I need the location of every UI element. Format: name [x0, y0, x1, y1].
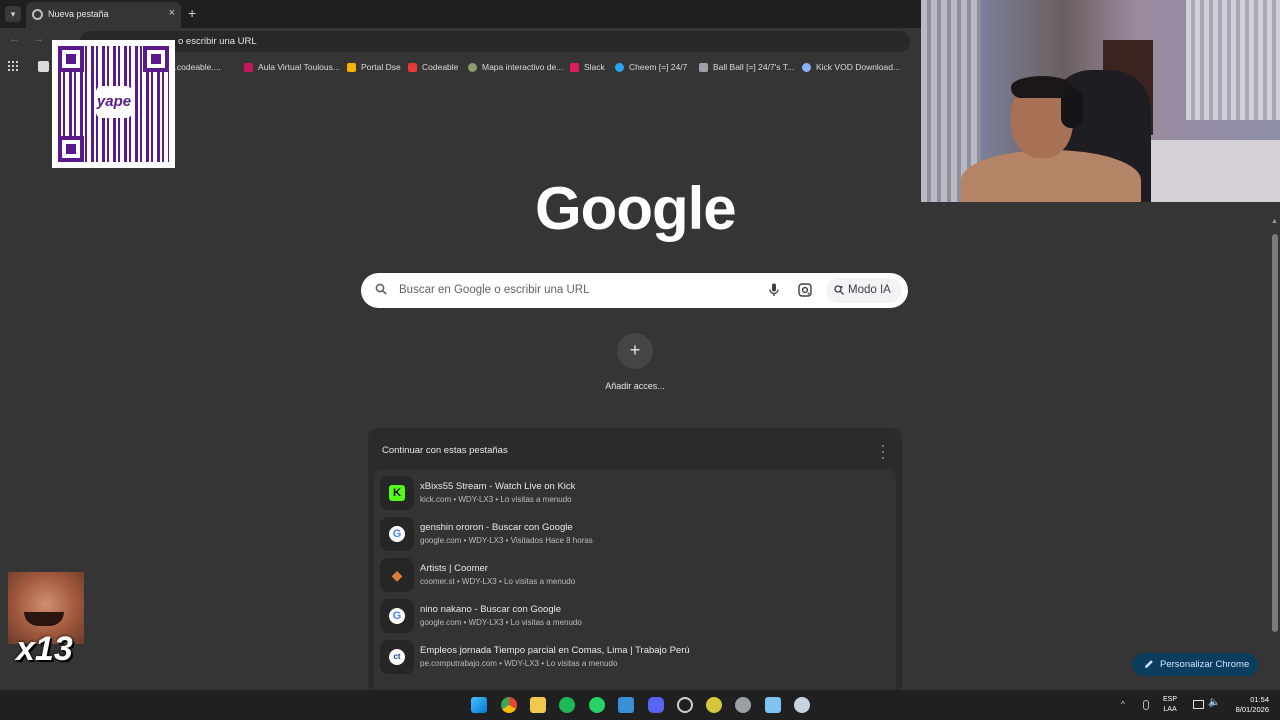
- qr-finder: [143, 46, 169, 72]
- bookmark-favicon-icon: [244, 62, 253, 72]
- item-title: genshin ororon - Buscar con Google: [420, 522, 573, 533]
- steam-icon[interactable]: [794, 697, 810, 713]
- google-icon: G: [380, 517, 414, 551]
- qr-pattern: yape: [58, 46, 169, 162]
- address-bar-placeholder: o escribir una URL: [178, 36, 257, 47]
- add-shortcut-label: Añadir acces...: [605, 381, 665, 391]
- bookmark-item[interactable]: Slack: [570, 60, 605, 74]
- new-tab-button[interactable]: +: [188, 5, 196, 21]
- list-item[interactable]: ct Empleos jornada Tiempo parcial en Com…: [378, 638, 892, 676]
- discord-icon[interactable]: [648, 697, 664, 713]
- microphone-tray-icon[interactable]: [1143, 700, 1149, 710]
- tab-search-chevron-icon[interactable]: ▾: [5, 6, 21, 22]
- obs-icon[interactable]: [677, 697, 693, 713]
- bookmark-favicon-icon: [802, 62, 811, 72]
- list-item[interactable]: ◆ Artists | Coomer coomer.st • WDY-LX3 •…: [378, 556, 892, 594]
- volume-icon[interactable]: 🔈: [1208, 697, 1220, 708]
- ai-mode-label: Modo IA: [848, 284, 891, 296]
- tray-overflow-chevron-icon[interactable]: ^: [1121, 700, 1125, 709]
- computrabajo-icon: ct: [380, 640, 414, 674]
- more-options-icon[interactable]: · · ·: [880, 439, 886, 463]
- address-bar[interactable]: o escribir una URL: [80, 31, 910, 52]
- scroll-up-icon[interactable]: ▲: [1271, 218, 1278, 225]
- bookmark-favicon-icon: [699, 62, 708, 72]
- webcam-overlay: [921, 0, 1280, 202]
- file-explorer-icon[interactable]: [530, 697, 546, 713]
- google-icon: G: [380, 599, 414, 633]
- continue-tabs-title: Continuar con estas pestañas: [382, 445, 508, 456]
- item-title: xBixs55 Stream - Watch Live on Kick: [420, 481, 576, 492]
- continue-tabs-card: Continuar con estas pestañas · · · K xBixs…: [368, 428, 902, 690]
- bookmark-favicon-icon: [615, 62, 624, 72]
- continue-tabs-list: K xBixs55 Stream - Watch Live on Kick ki…: [374, 470, 896, 690]
- item-meta: pe.computrabajo.com • WDY-LX3 • Lo visit…: [420, 659, 618, 668]
- slack-icon: [570, 62, 579, 72]
- tab-new-tab[interactable]: Nueva pestaña ×: [26, 2, 181, 28]
- item-title: Artists | Coomer: [420, 563, 488, 574]
- bookmark-item[interactable]: Ball Ball [=] 24/7's T...: [699, 60, 794, 74]
- ai-mode-button[interactable]: Modo IA: [826, 278, 902, 303]
- bookmark-favicon-icon: [347, 62, 356, 72]
- bookmark-search-icon[interactable]: [38, 61, 49, 72]
- close-tab-icon[interactable]: ×: [169, 7, 175, 19]
- item-meta: coomer.st • WDY-LX3 • Lo visitas a menud…: [420, 577, 576, 586]
- search-icon: [375, 283, 387, 295]
- windows-taskbar: ^ ESP LAA 🔈 01:54 8/01/2026: [0, 690, 1280, 720]
- chrome-icon[interactable]: [501, 697, 517, 713]
- list-item[interactable]: G genshin ororon - Buscar con Google goo…: [378, 515, 892, 553]
- bookmark-favicon-icon: [408, 62, 417, 72]
- google-lens-icon[interactable]: [798, 283, 812, 297]
- input-language-indicator[interactable]: ESP LAA: [1163, 695, 1177, 715]
- coomer-icon: ◆: [380, 558, 414, 592]
- photos-icon[interactable]: [618, 697, 634, 713]
- page-scrollbar[interactable]: ▲: [1270, 216, 1280, 690]
- whatsapp-icon[interactable]: [589, 697, 605, 713]
- pencil-icon: [1145, 660, 1153, 668]
- item-meta: kick.com • WDY-LX3 • Lo visitas a menudo: [420, 495, 572, 504]
- item-title: nino nakano - Buscar con Google: [420, 604, 562, 615]
- headphones-icon: [1061, 88, 1083, 128]
- add-shortcut-button[interactable]: +: [617, 333, 653, 369]
- qr-finder: [58, 46, 84, 72]
- google-logo: Google: [535, 175, 737, 242]
- bookmark-item[interactable]: Kick VOD Download...: [802, 60, 900, 74]
- microphone-icon[interactable]: [768, 283, 780, 297]
- item-title: Empleos jornada Tiempo parcial en Comas,…: [420, 645, 690, 656]
- windows-start-icon[interactable]: [471, 697, 487, 713]
- search-placeholder: Buscar en Google o escribir una URL: [399, 284, 590, 296]
- bookmark-item[interactable]: Cheem [=] 24/7: [615, 60, 687, 74]
- chrome-favicon-icon: [32, 9, 43, 20]
- forward-button[interactable]: →: [33, 33, 44, 45]
- meme-overlay: x13: [8, 572, 84, 668]
- apps-grid-icon[interactable]: [8, 61, 18, 71]
- yape-logo: yape: [96, 86, 132, 118]
- spotify-icon[interactable]: [559, 697, 575, 713]
- streamer: [961, 150, 1141, 202]
- qr-finder: [58, 136, 84, 162]
- network-icon[interactable]: [1193, 700, 1204, 709]
- yape-qr-code: yape: [52, 40, 175, 168]
- meme-counter: x13: [16, 630, 73, 668]
- customize-chrome-label: Personalizar Chrome: [1160, 659, 1250, 670]
- list-item[interactable]: K xBixs55 Stream - Watch Live on Kick ki…: [378, 474, 892, 512]
- settings-icon[interactable]: [735, 697, 751, 713]
- back-button[interactable]: ←: [9, 33, 20, 45]
- system-clock[interactable]: 01:54 8/01/2026: [1225, 695, 1269, 715]
- item-meta: google.com • WDY-LX3 • Visitados Hace 8 …: [420, 536, 593, 545]
- search-box[interactable]: Buscar en Google o escribir una URL Modo…: [361, 273, 908, 308]
- item-meta: google.com • WDY-LX3 • Lo visitas a menu…: [420, 618, 582, 627]
- list-item[interactable]: G nino nakano - Buscar con Google google…: [378, 597, 892, 635]
- customize-chrome-button[interactable]: Personalizar Chrome: [1132, 653, 1258, 676]
- tab-title: Nueva pestaña: [48, 9, 109, 19]
- ai-mode-icon: [834, 285, 844, 295]
- kick-icon: K: [380, 476, 414, 510]
- scrollbar-thumb[interactable]: [1272, 234, 1278, 632]
- bookmark-item[interactable]: Portal Dse: [347, 60, 401, 74]
- osu-icon[interactable]: [706, 697, 722, 713]
- bookmark-item[interactable]: Mapa interactivo de...: [468, 60, 563, 74]
- bookmark-item[interactable]: Codeable: [408, 60, 458, 74]
- bookmark-item[interactable]: Aula Virtual Toulous...: [244, 60, 340, 74]
- bookmark-favicon-icon: [468, 62, 477, 72]
- notepad-icon[interactable]: [765, 697, 781, 713]
